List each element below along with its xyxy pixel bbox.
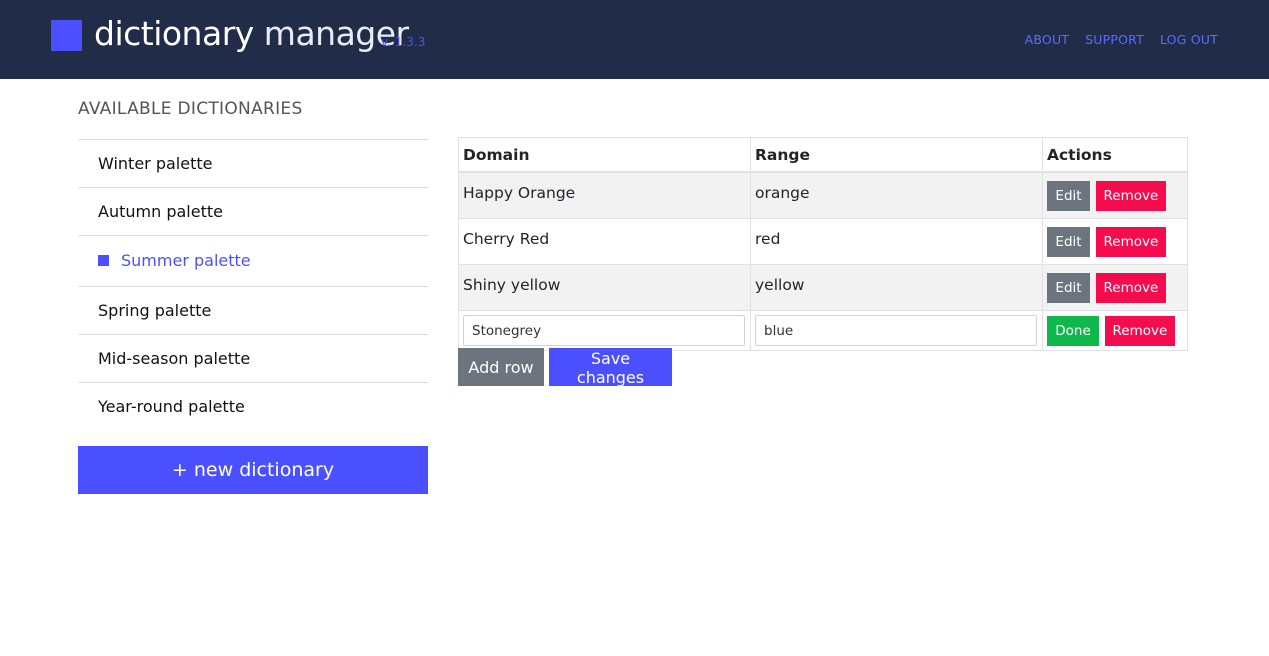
logo-square-icon xyxy=(51,20,82,51)
table-row: Cherry Red red Edit Remove xyxy=(458,218,1188,265)
actions-cell: Edit Remove xyxy=(1042,218,1188,265)
actions-cell: Done Remove xyxy=(1042,310,1188,351)
dictionary-item-label: Winter palette xyxy=(98,154,213,173)
actions-cell: Edit Remove xyxy=(1042,171,1188,219)
table-row-editing: Done Remove xyxy=(458,310,1188,351)
domain-input[interactable] xyxy=(463,315,745,346)
edit-button[interactable]: Edit xyxy=(1047,226,1090,257)
add-row-button[interactable]: Add row xyxy=(458,348,544,386)
top-nav: ABOUT SUPPORT LOG OUT xyxy=(1025,32,1218,47)
domain-cell: Cherry Red xyxy=(458,218,751,265)
top-navbar: dictionary manager v. 1.3.3 ABOUT SUPPOR… xyxy=(0,0,1269,79)
table-row: Shiny yellow yellow Edit Remove xyxy=(458,264,1188,311)
nav-logout-link[interactable]: LOG OUT xyxy=(1160,32,1218,47)
dictionary-item-spring[interactable]: Spring palette xyxy=(78,286,428,334)
app-title: dictionary manager xyxy=(94,14,409,58)
table-header-row: Domain Range Actions xyxy=(458,137,1188,173)
range-cell: yellow xyxy=(750,264,1043,311)
nav-about-link[interactable]: ABOUT xyxy=(1025,32,1070,47)
app-title-word1: dictionary xyxy=(94,14,254,53)
remove-button[interactable]: Remove xyxy=(1095,272,1166,303)
new-dictionary-button[interactable]: + new dictionary xyxy=(78,446,428,494)
table-row: Happy Orange orange Edit Remove xyxy=(458,171,1188,219)
dictionary-item-year-round[interactable]: Year-round palette xyxy=(78,382,428,430)
domain-cell: Shiny yellow xyxy=(458,264,751,311)
dictionary-table: Domain Range Actions Happy Orange orange… xyxy=(458,137,1188,351)
column-header-range: Range xyxy=(750,137,1043,173)
remove-button[interactable]: Remove xyxy=(1095,226,1166,257)
range-cell xyxy=(750,310,1043,351)
range-input[interactable] xyxy=(755,315,1037,346)
edit-button[interactable]: Edit xyxy=(1047,272,1090,303)
active-marker-icon xyxy=(98,255,109,266)
domain-cell: Happy Orange xyxy=(458,171,751,219)
dictionary-item-label: Summer palette xyxy=(121,251,251,270)
done-button[interactable]: Done xyxy=(1047,315,1099,346)
dictionary-item-summer[interactable]: Summer palette xyxy=(78,235,428,286)
dictionary-item-mid-season[interactable]: Mid-season palette xyxy=(78,334,428,382)
app-version: v. 1.3.3 xyxy=(381,35,426,49)
actions-cell: Edit Remove xyxy=(1042,264,1188,311)
dictionary-item-label: Year-round palette xyxy=(98,397,245,416)
save-changes-button[interactable]: Save changes xyxy=(549,348,672,387)
column-header-domain: Domain xyxy=(458,137,751,173)
dictionary-item-label: Autumn palette xyxy=(98,202,223,221)
sidebar-title: AVAILABLE DICTIONARIES xyxy=(78,99,303,119)
nav-support-link[interactable]: SUPPORT xyxy=(1085,32,1144,47)
edit-button[interactable]: Edit xyxy=(1047,180,1090,211)
dictionary-list: Winter palette Autumn palette Summer pal… xyxy=(78,139,428,430)
remove-button[interactable]: Remove xyxy=(1095,180,1166,211)
column-header-actions: Actions xyxy=(1042,137,1188,173)
range-cell: orange xyxy=(750,171,1043,219)
dictionary-item-label: Mid-season palette xyxy=(98,349,251,368)
domain-cell xyxy=(458,310,751,351)
dictionary-item-winter[interactable]: Winter palette xyxy=(78,139,428,187)
dictionary-item-autumn[interactable]: Autumn palette xyxy=(78,187,428,235)
remove-button[interactable]: Remove xyxy=(1104,315,1175,346)
range-cell: red xyxy=(750,218,1043,265)
dictionary-item-label: Spring palette xyxy=(98,301,212,320)
